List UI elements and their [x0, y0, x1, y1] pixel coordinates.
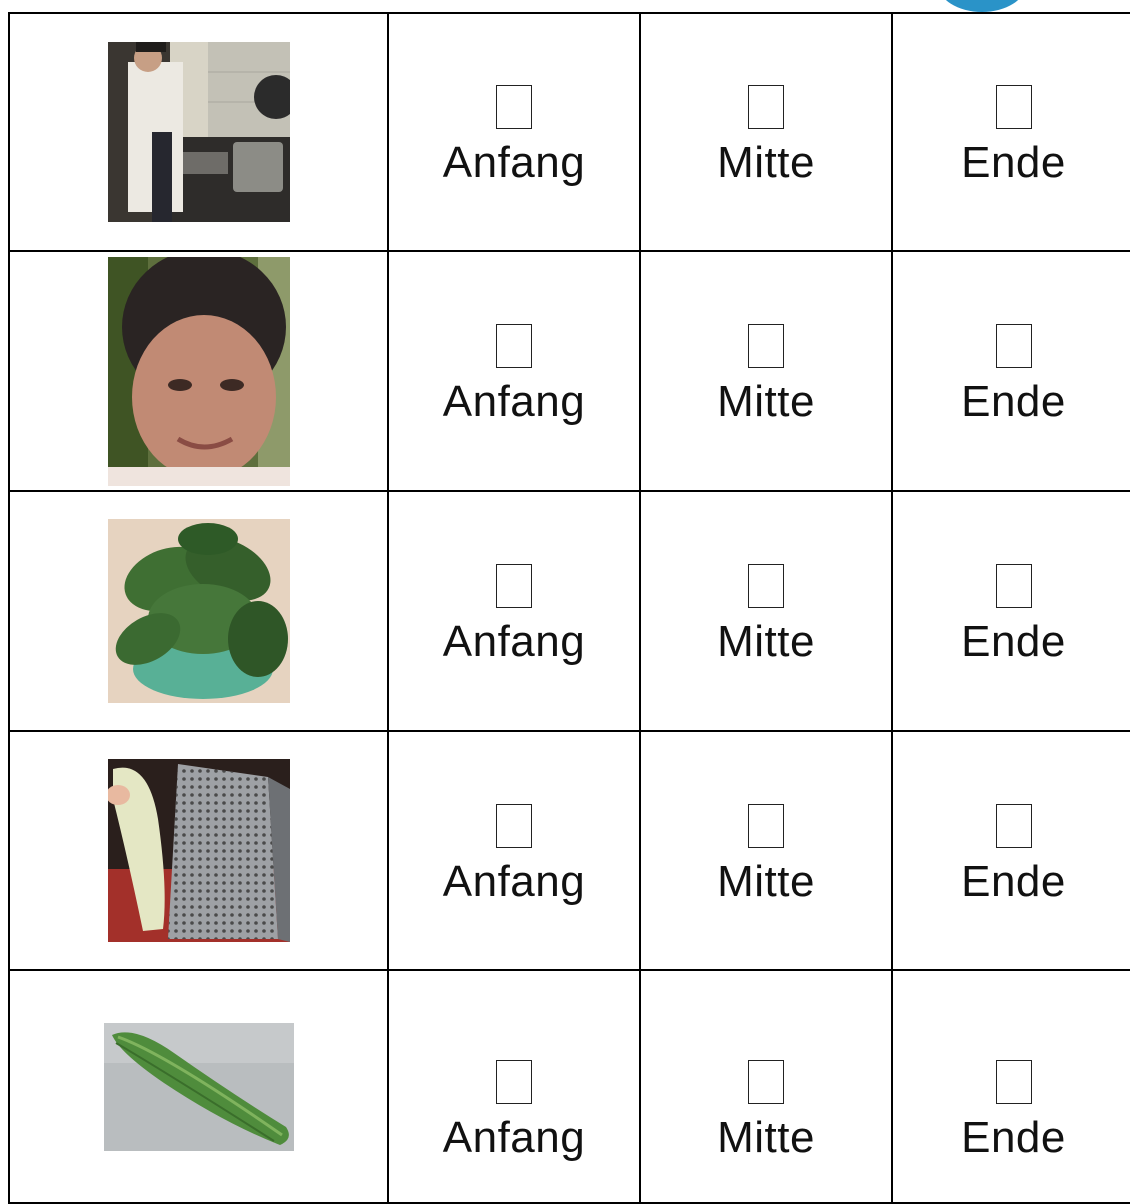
- checkbox-beginning[interactable]: [496, 564, 532, 608]
- corner-badge: [938, 0, 1026, 12]
- option-cell-middle: Mitte: [639, 969, 893, 1204]
- picture-cell: [8, 969, 389, 1204]
- table-row: Anfang Mitte Ende: [8, 969, 1130, 1204]
- label-middle: Mitte: [717, 617, 815, 666]
- checkbox-middle[interactable]: [748, 803, 784, 848]
- checkbox-end[interactable]: [995, 324, 1032, 368]
- label-middle: Mitte: [717, 377, 815, 426]
- label-beginning: Anfang: [442, 138, 586, 187]
- checkbox-end[interactable]: [995, 1059, 1032, 1104]
- label-beginning: Anfang: [442, 856, 586, 906]
- option-cell-end: Ende: [891, 250, 1130, 492]
- option-cell-middle: Mitte: [639, 12, 893, 252]
- option-cell-middle: Mitte: [639, 730, 893, 971]
- option-cell-middle: Mitte: [639, 490, 893, 732]
- option-cell-beginning: Anfang: [387, 12, 641, 252]
- checkbox-beginning[interactable]: [496, 85, 532, 129]
- grater-image: [107, 759, 290, 942]
- checkbox-middle[interactable]: [748, 1059, 784, 1104]
- label-end: Ende: [961, 138, 1066, 187]
- label-end: Ende: [961, 856, 1066, 906]
- picture-cell: [8, 490, 389, 732]
- table-row: Anfang Mitte Ende: [8, 250, 1130, 492]
- checkbox-middle[interactable]: [748, 85, 784, 129]
- chef-image: [107, 42, 290, 222]
- label-middle: Mitte: [717, 856, 815, 906]
- picture-cell: [8, 730, 389, 971]
- worksheet-table: Anfang Mitte Ende Anfang Mitte Ende Anfa…: [8, 12, 1130, 1204]
- label-end: Ende: [961, 617, 1066, 666]
- checkbox-beginning[interactable]: [496, 1059, 532, 1104]
- label-beginning: Anfang: [442, 1112, 586, 1162]
- label-beginning: Anfang: [442, 617, 586, 666]
- checkbox-middle[interactable]: [748, 564, 784, 608]
- picture-cell: [8, 250, 389, 492]
- option-cell-end: Ende: [891, 730, 1130, 971]
- cucumber-image: [103, 1022, 294, 1151]
- option-cell-end: Ende: [891, 490, 1130, 732]
- table-row: Anfang Mitte Ende: [8, 12, 1130, 252]
- option-cell-beginning: Anfang: [387, 969, 641, 1204]
- checkbox-end[interactable]: [995, 564, 1032, 608]
- option-cell-beginning: Anfang: [387, 730, 641, 971]
- woman-image: [107, 256, 290, 486]
- option-cell-middle: Mitte: [639, 250, 893, 492]
- checkbox-end[interactable]: [995, 85, 1032, 129]
- label-end: Ende: [961, 1112, 1066, 1162]
- label-middle: Mitte: [717, 1112, 815, 1162]
- checkbox-beginning[interactable]: [496, 803, 532, 848]
- checkbox-middle[interactable]: [748, 324, 784, 368]
- option-cell-end: Ende: [891, 12, 1130, 252]
- checkbox-end[interactable]: [995, 803, 1032, 848]
- option-cell-end: Ende: [891, 969, 1130, 1204]
- option-cell-beginning: Anfang: [387, 250, 641, 492]
- label-middle: Mitte: [717, 138, 815, 187]
- checkbox-beginning[interactable]: [496, 324, 532, 368]
- table-row: Anfang Mitte Ende: [8, 490, 1130, 732]
- picture-cell: [8, 12, 389, 252]
- label-end: Ende: [961, 377, 1066, 426]
- label-beginning: Anfang: [442, 377, 586, 426]
- spinach-image: [107, 519, 290, 703]
- table-row: Anfang Mitte Ende: [8, 730, 1130, 971]
- option-cell-beginning: Anfang: [387, 490, 641, 732]
